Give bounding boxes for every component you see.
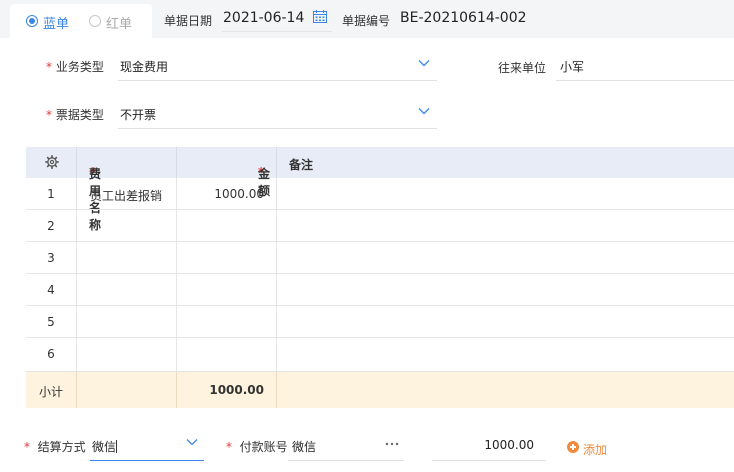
amount-cell[interactable]: 1000.00 bbox=[177, 178, 277, 209]
amount-cell[interactable] bbox=[177, 242, 277, 273]
note-cell[interactable] bbox=[277, 338, 734, 371]
name-cell[interactable]: 员工出差报销 bbox=[77, 178, 177, 209]
chevron-down-icon[interactable] bbox=[418, 107, 430, 115]
table-row: 2 bbox=[26, 210, 734, 242]
number-label: 单据编号 bbox=[342, 14, 391, 28]
business-type-underline bbox=[118, 80, 437, 81]
business-type-label: * 业务类型 bbox=[46, 60, 104, 74]
blue-bill-label[interactable]: 蓝单 bbox=[43, 13, 69, 32]
top-bar: 蓝单 红单 单据日期 2021-06-14 单据编号 BE-20210614-0… bbox=[0, 0, 734, 38]
subtotal-amount: 1000.00 bbox=[209, 383, 264, 397]
required-mark: * bbox=[226, 440, 232, 454]
chevron-down-icon[interactable] bbox=[418, 59, 430, 67]
name-cell[interactable] bbox=[77, 274, 177, 305]
row-index: 3 bbox=[47, 251, 55, 265]
counterparty-input[interactable]: 小军 bbox=[560, 58, 584, 75]
blue-bill-radio[interactable] bbox=[26, 15, 38, 27]
note-cell[interactable] bbox=[277, 210, 734, 241]
name-cell[interactable] bbox=[77, 242, 177, 273]
more-icon[interactable] bbox=[385, 442, 399, 446]
bill-number: BE-20210614-002 bbox=[400, 10, 527, 26]
settlement-amount-underline bbox=[432, 460, 546, 461]
col-header-name: * 费用名称 bbox=[77, 147, 177, 232]
subtotal-row: 小计 1000.00 bbox=[26, 372, 734, 408]
invoice-type-label: * 票据类型 bbox=[46, 108, 104, 122]
row-index: 2 bbox=[47, 219, 55, 233]
settlement-method-label: * 结算方式 bbox=[24, 440, 86, 454]
payment-account-underline bbox=[288, 460, 404, 461]
table-row: 3 bbox=[26, 242, 734, 274]
note-cell[interactable] bbox=[277, 178, 734, 209]
row-index: 6 bbox=[47, 347, 55, 361]
text-cursor bbox=[116, 440, 118, 453]
business-type-select[interactable]: 现金费用 bbox=[120, 58, 168, 75]
add-button[interactable]: 添加 bbox=[583, 441, 607, 458]
name-cell[interactable] bbox=[77, 338, 177, 371]
row-index: 4 bbox=[47, 283, 55, 297]
col-header-amount: * 金额 bbox=[177, 147, 277, 198]
table-row: 5 bbox=[26, 306, 734, 338]
col-header-note: 备注 bbox=[277, 147, 734, 178]
expense-table: * 费用名称 * 金额 备注 1 员工出差报销 1000.00 2 3 4 5 6 bbox=[26, 147, 734, 408]
date-label: 单据日期 bbox=[164, 14, 213, 28]
date-underline bbox=[222, 31, 332, 32]
amount-cell[interactable] bbox=[177, 210, 277, 241]
subtotal-label: 小计 bbox=[38, 385, 63, 399]
amount-cell[interactable] bbox=[177, 306, 277, 337]
name-cell[interactable] bbox=[77, 210, 177, 241]
red-bill-label[interactable]: 红单 bbox=[106, 13, 132, 32]
note-cell[interactable] bbox=[277, 274, 734, 305]
table-row: 1 员工出差报销 1000.00 bbox=[26, 178, 734, 210]
gear-icon[interactable] bbox=[45, 155, 59, 169]
note-cell[interactable] bbox=[277, 242, 734, 273]
invoice-type-select[interactable]: 不开票 bbox=[120, 106, 156, 123]
table-row: 6 bbox=[26, 338, 734, 372]
required-mark: * bbox=[46, 108, 52, 122]
settings-header-cell bbox=[26, 147, 77, 178]
required-mark: * bbox=[46, 60, 52, 74]
payment-account-label: * 付款账号 bbox=[226, 440, 288, 454]
name-cell[interactable] bbox=[77, 306, 177, 337]
row-index: 5 bbox=[47, 315, 55, 329]
date-input[interactable]: 2021-06-14 bbox=[223, 10, 304, 26]
note-cell[interactable] bbox=[277, 306, 734, 337]
settlement-amount-input[interactable]: 1000.00 bbox=[434, 438, 534, 452]
calendar-icon[interactable] bbox=[313, 10, 327, 23]
counterparty-underline bbox=[556, 80, 734, 81]
amount-cell[interactable] bbox=[177, 338, 277, 371]
chevron-down-icon[interactable] bbox=[186, 438, 198, 446]
settlement-method-underline bbox=[90, 460, 204, 461]
row-index: 1 bbox=[47, 187, 55, 201]
settlement-method-select[interactable]: 微信 bbox=[92, 438, 118, 455]
counterparty-label: 往来单位 bbox=[498, 61, 547, 75]
red-bill-radio[interactable] bbox=[89, 15, 101, 27]
invoice-type-underline bbox=[118, 128, 437, 129]
add-icon[interactable] bbox=[567, 441, 579, 453]
amount-cell[interactable] bbox=[177, 274, 277, 305]
required-mark: * bbox=[24, 440, 30, 454]
table-row: 4 bbox=[26, 274, 734, 306]
payment-account-input[interactable]: 微信 bbox=[292, 438, 316, 455]
